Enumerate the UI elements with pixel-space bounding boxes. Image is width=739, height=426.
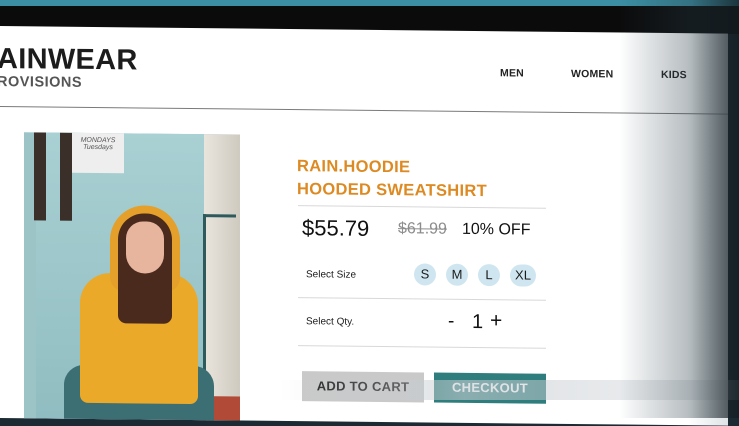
divider [298,297,546,301]
screen-glare [688,33,728,426]
brand-logo[interactable]: AINWEAR ROVISIONS [0,42,138,91]
photo-post [34,132,46,221]
photo-post [60,132,72,221]
current-price: $55.79 [302,215,370,241]
size-label: Select Size [306,269,357,281]
original-price: $61.99 [398,220,447,238]
size-option-xl[interactable]: XL [510,264,536,287]
discount-badge: 10% OFF [462,220,531,239]
brand-name: AINWEAR [0,42,138,77]
size-option-s[interactable]: S [414,263,436,286]
qty-value: 1 [472,310,484,334]
product-title-line2: HOODED SWEATSHIRT [297,180,487,201]
photo-sign: MONDAYS Tuesdays [72,132,124,174]
nav-kids[interactable]: KIDS [661,69,687,81]
qty-label: Select Qty. [306,316,355,328]
qty-increment-button[interactable]: + [490,309,502,333]
screen-reflection [280,380,739,400]
photo-face [126,221,164,274]
divider [298,345,546,349]
nav-men[interactable]: MEN [500,67,524,79]
product-photo[interactable]: MONDAYS Tuesdays [24,132,240,426]
browser-screen: AINWEAR ROVISIONS MEN WOMEN KIDS MONDAYS… [0,26,728,426]
qty-decrement-button[interactable]: - [448,311,454,333]
nav-women[interactable]: WOMEN [571,68,613,80]
brand-subtitle: ROVISIONS [0,73,83,91]
size-option-m[interactable]: M [446,263,468,286]
divider [298,205,546,209]
header-divider [0,106,728,115]
size-option-l[interactable]: L [478,264,500,287]
product-title-line1: RAIN.HOODIE [297,157,411,177]
